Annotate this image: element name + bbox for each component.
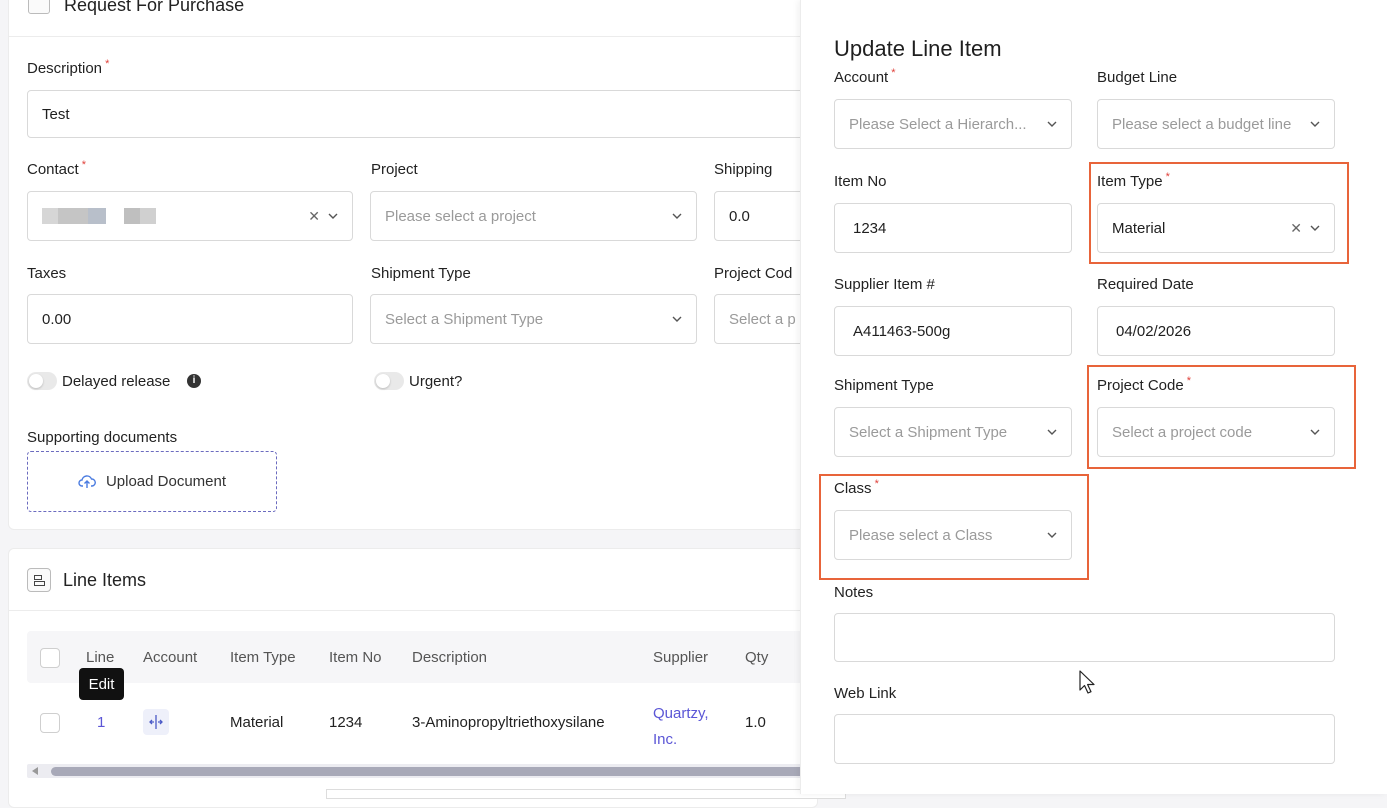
chevron-down-icon — [328, 213, 338, 219]
horizontal-scrollbar[interactable] — [27, 764, 821, 778]
row-item-no: 1234 — [329, 714, 363, 731]
row-line-link[interactable]: 1 — [97, 714, 105, 731]
contact-redacted-value — [42, 208, 302, 224]
row-checkbox[interactable] — [40, 713, 60, 733]
chevron-down-icon — [672, 316, 682, 322]
row-supplier-link[interactable]: Quartzy, Inc. — [653, 701, 709, 753]
contact-select[interactable]: ✕ — [27, 191, 353, 241]
description-label: Description — [27, 60, 109, 77]
taxes-input[interactable]: 0.00 — [27, 294, 353, 344]
card-divider — [8, 36, 818, 37]
shipment-type-select[interactable]: Select a Shipment Type — [834, 407, 1072, 457]
chevron-down-icon — [1047, 429, 1057, 435]
section-title: Request For Purchase — [64, 0, 245, 15]
upload-label: Upload Document — [105, 473, 227, 490]
column-header-item-no[interactable]: Item No — [329, 649, 382, 666]
contact-label: Contact — [27, 161, 86, 178]
urgent-label: Urgent? — [409, 373, 463, 390]
shipping-label: Shipping — [714, 161, 773, 178]
chevron-down-icon — [672, 213, 682, 219]
column-header-account[interactable]: Account — [143, 649, 197, 666]
card-divider — [8, 610, 818, 611]
scrollbar-thumb[interactable] — [51, 767, 821, 776]
chevron-down-icon — [1310, 121, 1320, 127]
edit-tooltip: Edit — [79, 668, 124, 700]
supporting-docs-label: Supporting documents — [27, 429, 178, 446]
project-select[interactable]: Please select a project — [370, 191, 697, 241]
project-code-highlight — [1087, 365, 1356, 469]
item-type-highlight — [1089, 162, 1349, 264]
budget-line-label: Budget Line — [1097, 69, 1178, 86]
column-header-qty[interactable]: Qty — [745, 649, 768, 666]
account-select[interactable]: Please Select a Hierarch... — [834, 99, 1072, 149]
shipment-type-select[interactable]: Select a Shipment Type — [370, 294, 697, 344]
supplier-name-line1: Quartzy, — [653, 705, 709, 722]
bottom-bar — [326, 789, 846, 799]
panel-title: Update Line Item — [834, 36, 1002, 61]
column-header-description[interactable]: Description — [412, 649, 487, 666]
project-label: Project — [371, 161, 418, 178]
notes-label: Notes — [834, 584, 874, 601]
shipment-type-label: Shipment Type — [371, 265, 471, 282]
taxes-label: Taxes — [27, 265, 67, 282]
row-description: 3-Aminopropyltriethoxysilane — [412, 714, 605, 731]
item-no-input[interactable]: 1234 — [834, 203, 1072, 253]
budget-line-select[interactable]: Please select a budget line — [1097, 99, 1335, 149]
upload-document-button[interactable]: Upload Document — [27, 451, 277, 512]
line-items-title: Line Items — [63, 570, 147, 590]
row-item-type: Material — [230, 714, 284, 731]
class-highlight — [819, 474, 1089, 580]
required-date-input[interactable]: 04/02/2026 — [1097, 306, 1335, 356]
project-code-label: Project Cod — [714, 265, 793, 282]
supplier-name-line2: Inc. — [653, 731, 678, 748]
shipment-type-label: Shipment Type — [834, 377, 934, 394]
delayed-release-toggle[interactable] — [27, 372, 57, 390]
line-items-icon — [27, 568, 51, 592]
required-date-label: Required Date — [1097, 276, 1194, 293]
info-icon[interactable]: i — [187, 374, 201, 388]
mouse-cursor-icon — [1079, 670, 1095, 694]
supplier-item-label: Supplier Item # — [834, 276, 935, 293]
delayed-release-label: Delayed release — [62, 373, 171, 390]
select-all-checkbox[interactable] — [40, 648, 60, 668]
notes-input[interactable] — [834, 613, 1335, 662]
column-header-item-type[interactable]: Item Type — [230, 649, 296, 666]
column-header-line[interactable]: Line — [86, 649, 114, 666]
section-icon — [28, 0, 50, 14]
upload-cloud-icon — [78, 474, 96, 488]
clear-icon[interactable]: ✕ — [308, 208, 320, 225]
supplier-item-input[interactable]: A411463-500g — [834, 306, 1072, 356]
chevron-down-icon — [1047, 121, 1057, 127]
item-no-label: Item No — [834, 173, 887, 190]
account-label: Account — [834, 69, 896, 86]
split-column-icon[interactable] — [143, 709, 169, 735]
column-header-supplier[interactable]: Supplier — [653, 649, 708, 666]
web-link-input[interactable] — [834, 714, 1335, 764]
urgent-toggle[interactable] — [374, 372, 404, 390]
description-input[interactable]: Test — [27, 90, 817, 138]
scroll-left-arrow[interactable] — [32, 767, 38, 775]
row-qty: 1.0 — [745, 714, 766, 731]
web-link-label: Web Link — [834, 685, 897, 702]
